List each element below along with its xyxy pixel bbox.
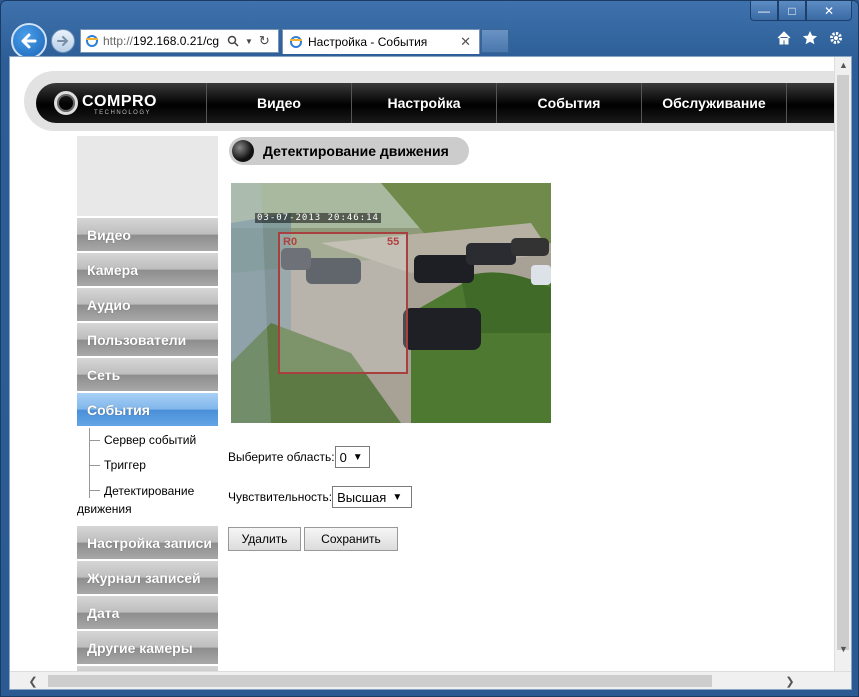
nav-maintenance[interactable]: Обслуживание: [641, 83, 786, 123]
logo-subtitle: TECHNOLOGY: [94, 110, 152, 116]
area-label: Выберите область:: [228, 450, 335, 464]
window-controls: — □ ✕: [750, 1, 852, 21]
home-icon[interactable]: [776, 30, 792, 46]
url-host: 192.168.0.21/cg: [133, 34, 220, 48]
vertical-scrollbar[interactable]: ▲ ▼: [834, 57, 851, 672]
sidebar-item-recording-log[interactable]: Журнал записей: [77, 561, 218, 594]
horizontal-scrollbar[interactable]: ❮ ❯: [10, 671, 851, 689]
area-select[interactable]: 0 ▼: [334, 446, 370, 468]
tab-active[interactable]: Настройка - События ✕: [282, 29, 480, 54]
ie-page-icon: [86, 35, 98, 47]
sidebar-item-video[interactable]: Видео: [77, 218, 218, 251]
new-tab-button[interactable]: [481, 29, 509, 53]
url-scheme: http://: [103, 34, 134, 48]
browser-toolbar: [776, 30, 844, 46]
sidebar-item-other-cameras[interactable]: Другие камеры: [77, 631, 218, 664]
back-button[interactable]: [11, 23, 47, 59]
star-icon[interactable]: [802, 30, 818, 46]
sidebar-item-date[interactable]: Дата: [77, 596, 218, 629]
sidebar-submenu: Сервер событий Триггер Детектирование дв…: [77, 428, 218, 526]
scroll-left-icon[interactable]: ❮: [24, 672, 42, 689]
sidebar-subitem-event-server[interactable]: Сервер событий: [77, 432, 218, 457]
sidebar-item-camera[interactable]: Камера: [77, 253, 218, 286]
browser-window: — □ ✕ http://192.168.0.21/cg ▼ ↻ Настрой…: [0, 0, 859, 697]
sidebar-subitem-trigger[interactable]: Триггер: [77, 457, 218, 482]
compro-logo[interactable]: COMPRO TECHNOLOGY: [36, 83, 206, 123]
sidebar-item-users[interactable]: Пользователи: [77, 323, 218, 356]
sidebar-item-events[interactable]: События: [77, 393, 218, 426]
sidebar-item-audio[interactable]: Аудио: [77, 288, 218, 321]
forward-button[interactable]: [51, 29, 75, 53]
gear-icon[interactable]: [828, 30, 844, 46]
vertical-scroll-thumb[interactable]: [837, 75, 849, 650]
horizontal-scroll-thumb[interactable]: [48, 675, 712, 687]
dropdown-chevron-icon[interactable]: ▼: [245, 37, 253, 46]
sensitivity-label: Чувствительность:: [228, 490, 333, 504]
save-button[interactable]: Сохранить: [304, 527, 398, 551]
maximize-icon[interactable]: □: [778, 1, 806, 21]
address-url: http://192.168.0.21/cg: [103, 34, 223, 48]
nav-empty: [786, 83, 836, 123]
logo-ring-icon: [54, 91, 78, 115]
sensitivity-value: Высшая: [337, 489, 387, 505]
sensitivity-row: Чувствительность: Высшая ▼: [228, 486, 413, 508]
sidebar-subitem-motion-detection[interactable]: Детектирование движения: [77, 482, 218, 522]
page-title-text: Детектирование движения: [263, 143, 449, 159]
site-header: COMPRO TECHNOLOGY Видео Настройка Событи…: [24, 71, 851, 131]
nav-settings[interactable]: Настройка: [351, 83, 496, 123]
scroll-up-icon[interactable]: ▲: [835, 57, 851, 73]
sensitivity-select[interactable]: Высшая ▼: [332, 486, 413, 508]
zone-label-right: 55: [387, 236, 400, 248]
chevron-down-icon: ▼: [392, 491, 403, 503]
delete-button[interactable]: Удалить: [228, 527, 301, 551]
ie-tab-icon: [290, 36, 302, 48]
refresh-icon[interactable]: ↻: [259, 33, 270, 49]
arrow-right-icon: [57, 36, 69, 46]
address-bar[interactable]: http://192.168.0.21/cg ▼ ↻: [80, 29, 279, 53]
sidebar-header: [77, 136, 218, 216]
camera-timestamp: 03-07-2013 20:46:14: [255, 213, 381, 223]
arrow-left-icon: [21, 33, 37, 49]
tab-title: Настройка - События: [308, 35, 428, 49]
scroll-right-icon[interactable]: ❯: [781, 672, 799, 689]
nav-video[interactable]: Видео: [206, 83, 351, 123]
sidebar: Видео Камера Аудио Пользователи Сеть Соб…: [77, 136, 218, 689]
page-title: Детектирование движения: [229, 137, 469, 165]
sidebar-item-network[interactable]: Сеть: [77, 358, 218, 391]
camera-preview[interactable]: 03-07-2013 20:46:14 R0 55: [231, 183, 551, 423]
minimize-icon[interactable]: —: [750, 1, 778, 21]
title-bullet-icon: [232, 140, 254, 162]
sidebar-item-recording-settings[interactable]: Настройка записи: [77, 526, 218, 559]
nav-events[interactable]: События: [496, 83, 641, 123]
close-icon[interactable]: ✕: [806, 1, 852, 21]
area-row: Выберите область: 0 ▼: [228, 446, 370, 468]
page-viewport: COMPRO TECHNOLOGY Видео Настройка Событи…: [9, 56, 852, 690]
tab-close-icon[interactable]: ✕: [460, 34, 471, 50]
search-icon[interactable]: [227, 35, 239, 47]
zone-label-left: R0: [283, 236, 298, 248]
logo-text: COMPRO: [82, 93, 157, 110]
scroll-down-icon[interactable]: ▼: [835, 641, 851, 657]
chevron-down-icon: ▼: [352, 451, 363, 463]
main-nav: COMPRO TECHNOLOGY Видео Настройка Событи…: [36, 83, 851, 123]
area-value: 0: [339, 449, 347, 465]
